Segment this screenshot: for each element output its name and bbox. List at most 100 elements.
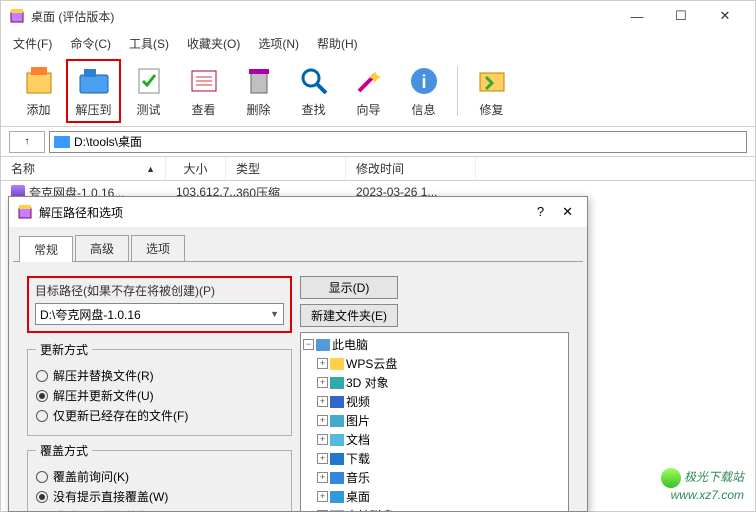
tree-wps[interactable]: WPS云盘 [346, 355, 397, 372]
radio-update[interactable]: 解压并更新文件(U) [36, 387, 283, 404]
expand-icon[interactable]: + [317, 396, 328, 407]
menu-file[interactable]: 文件(F) [9, 33, 56, 54]
dialog-close-button[interactable]: ✕ [562, 204, 573, 220]
dialog-help-button[interactable]: ? [537, 204, 544, 220]
repair-icon [474, 63, 510, 99]
menu-help[interactable]: 帮助(H) [313, 33, 362, 54]
target-path-section: 目标路径(如果不存在将被创建)(P) D:\夸克网盘-1.0.16 ▼ [27, 276, 292, 333]
expand-icon[interactable]: + [317, 510, 328, 511]
overwrite-mode-group: 覆盖方式 覆盖前询问(K) 没有提示直接覆盖(W) 跳过已经存在的文件(B) 自… [27, 442, 292, 511]
collapse-icon[interactable]: − [303, 339, 314, 350]
col-date[interactable]: 修改时间 [346, 157, 476, 180]
pc-icon [316, 339, 330, 351]
target-path-input[interactable]: D:\夸克网盘-1.0.16 ▼ [35, 303, 284, 325]
view-button[interactable]: 查看 [176, 59, 231, 123]
tree-music[interactable]: 音乐 [346, 469, 370, 486]
expand-icon[interactable]: + [317, 434, 328, 445]
expand-icon[interactable]: + [317, 491, 328, 502]
tree-doc[interactable]: 文档 [346, 431, 370, 448]
info-icon: i [406, 63, 442, 99]
disk-icon [330, 510, 344, 512]
folder-tree[interactable]: − 此电脑 + WPS云盘 +3D 对象 + 视频 + 图片 + 文档 + 下载 + 音乐 +… [300, 332, 569, 511]
tab-general[interactable]: 常规 [19, 236, 73, 262]
menu-tool[interactable]: 工具(S) [125, 33, 173, 54]
display-button[interactable]: 显示(D) [300, 276, 398, 299]
3d-icon [330, 377, 344, 389]
repair-button[interactable]: 修复 [464, 59, 519, 123]
extract-dialog: 解压路径和选项 ? ✕ 常规 高级 选项 目标路径(如果不存在将被创建)(P) … [8, 196, 588, 512]
add-icon [21, 63, 57, 99]
info-button[interactable]: i 信息 [396, 59, 451, 123]
winrar-icon [17, 204, 33, 220]
tree-video[interactable]: 视频 [346, 393, 370, 410]
address-bar: ↑ D:\tools\桌面 [1, 127, 755, 157]
download-icon [330, 453, 344, 465]
wizard-button[interactable]: 向导 [341, 59, 396, 123]
minimize-button[interactable]: — [615, 2, 659, 30]
column-headers: 名称▲ 大小 类型 修改时间 [1, 157, 755, 181]
watermark-icon [661, 468, 681, 488]
delete-button[interactable]: 删除 [231, 59, 286, 123]
expand-icon[interactable]: + [317, 415, 328, 426]
radio-freshen[interactable]: 仅更新已经存在的文件(F) [36, 407, 283, 424]
radio-replace[interactable]: 解压并替换文件(R) [36, 367, 283, 384]
radio-skip[interactable]: 跳过已经存在的文件(B) [36, 508, 283, 511]
menu-bar: 文件(F) 命令(C) 工具(S) 收藏夹(O) 选项(N) 帮助(H) [1, 31, 755, 55]
toolbar: 添加 解压到 测试 查看 删除 查找 向导 i 信息 [1, 55, 755, 127]
wizard-icon [351, 63, 387, 99]
expand-icon[interactable]: + [317, 453, 328, 464]
folder-icon [54, 136, 70, 148]
expand-icon[interactable]: + [317, 472, 328, 483]
expand-icon[interactable]: + [317, 377, 328, 388]
tab-advanced[interactable]: 高级 [75, 235, 129, 261]
tree-dl[interactable]: 下载 [346, 450, 370, 467]
music-icon [330, 472, 344, 484]
watermark: 极光下载站 www.xz7.com [661, 468, 744, 502]
menu-opt[interactable]: 选项(N) [254, 33, 303, 54]
expand-icon[interactable]: + [317, 358, 328, 369]
extract-button[interactable]: 解压到 [66, 59, 121, 123]
address-path: D:\tools\桌面 [74, 133, 142, 150]
find-icon [296, 63, 332, 99]
sort-arrow-icon: ▲ [146, 164, 155, 174]
tree-3d[interactable]: 3D 对象 [346, 374, 389, 391]
update-mode-group: 更新方式 解压并替换文件(R) 解压并更新文件(U) 仅更新已经存在的文件(F) [27, 341, 292, 436]
desktop-icon [330, 491, 344, 503]
dialog-title: 解压路径和选项 [39, 204, 123, 221]
col-name[interactable]: 名称▲ [1, 157, 166, 180]
radio-ask[interactable]: 覆盖前询问(K) [36, 468, 283, 485]
tree-this-pc[interactable]: 此电脑 [332, 336, 368, 353]
titlebar: 桌面 (评估版本) — ☐ ✕ [1, 1, 755, 31]
test-icon [131, 63, 167, 99]
add-button[interactable]: 添加 [11, 59, 66, 123]
document-icon [330, 434, 344, 446]
video-icon [330, 396, 344, 408]
radio-overwrite[interactable]: 没有提示直接覆盖(W) [36, 488, 283, 505]
window-title: 桌面 (评估版本) [31, 8, 114, 25]
tree-pic[interactable]: 图片 [346, 412, 370, 429]
test-button[interactable]: 测试 [121, 59, 176, 123]
close-button[interactable]: ✕ [703, 2, 747, 30]
col-size[interactable]: 大小 [166, 157, 226, 180]
find-button[interactable]: 查找 [286, 59, 341, 123]
address-input[interactable]: D:\tools\桌面 [49, 131, 747, 153]
col-type[interactable]: 类型 [226, 157, 346, 180]
new-folder-button[interactable]: 新建文件夹(E) [300, 304, 398, 327]
tree-cdisk[interactable]: 本地磁盘 (C:) [346, 507, 417, 511]
update-mode-legend: 更新方式 [36, 341, 92, 358]
extract-icon [76, 63, 112, 99]
overwrite-mode-legend: 覆盖方式 [36, 442, 92, 459]
tab-options[interactable]: 选项 [131, 235, 185, 261]
chevron-down-icon[interactable]: ▼ [270, 309, 279, 319]
view-icon [186, 63, 222, 99]
folder-icon [330, 358, 344, 370]
picture-icon [330, 415, 344, 427]
tree-desktop[interactable]: 桌面 [346, 488, 370, 505]
dialog-titlebar: 解压路径和选项 ? ✕ [9, 197, 587, 227]
dialog-tabs: 常规 高级 选项 [9, 233, 587, 261]
delete-icon [241, 63, 277, 99]
menu-cmd[interactable]: 命令(C) [66, 33, 115, 54]
menu-fav[interactable]: 收藏夹(O) [183, 33, 244, 54]
maximize-button[interactable]: ☐ [659, 2, 703, 30]
up-button[interactable]: ↑ [9, 131, 45, 153]
